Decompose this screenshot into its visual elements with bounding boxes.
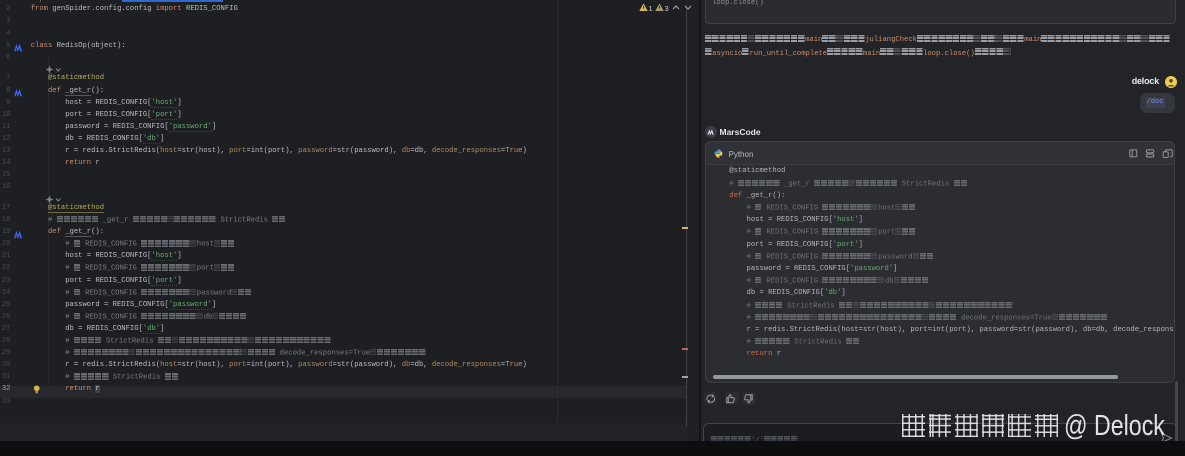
svg-text:3: 3 xyxy=(665,4,669,12)
svg-text:1: 1 xyxy=(649,4,653,12)
